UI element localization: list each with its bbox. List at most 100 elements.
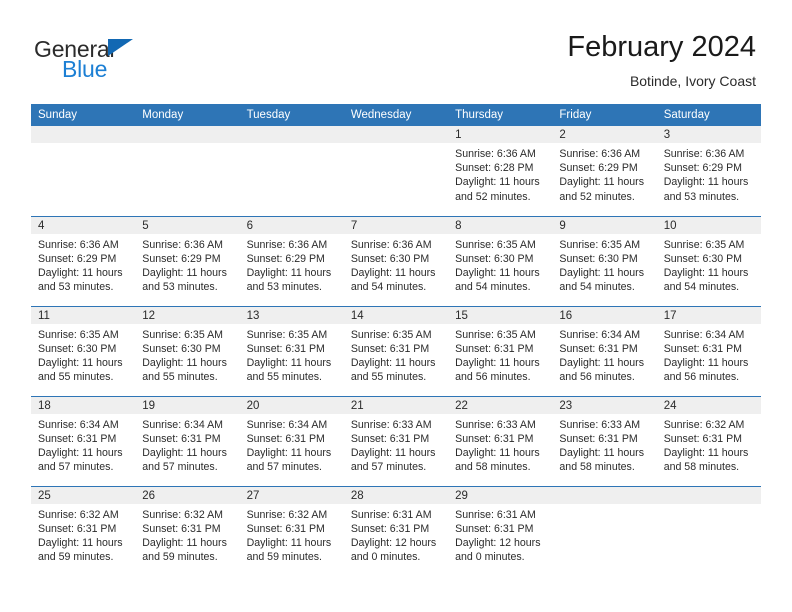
day-sun-info: Sunrise: 6:36 AM Sunset: 6:30 PM Daylight:… [344, 234, 448, 295]
calendar-day-cell[interactable]: 18 Sunrise: 6:34 AM Sunset: 6:31 PM Dayligh… [31, 395, 136, 486]
weekday-header-row: Sunday Monday Tuesday Wednesday Thursday Frid… [31, 104, 761, 126]
day-info-line: and 54 minutes. [663, 281, 740, 294]
page-subtitle: Botinde, Ivory Coast [629, 73, 756, 89]
calendar-day-cell[interactable]: 9 Sunrise: 6:35 AM Sunset: 6:30 PM Daylight… [552, 215, 657, 306]
day-number [343, 126, 449, 143]
day-sun-info [240, 143, 344, 147]
weekday-header-saturday: Saturday [656, 104, 761, 126]
calendar-day-cell[interactable]: 2 Sunrise: 6:36 AM Sunset: 6:29 PM Daylight… [552, 126, 657, 216]
calendar-day-cell[interactable]: 24 Sunrise: 6:32 AM Sunset: 6:31 PM Dayligh… [656, 395, 761, 486]
calendar-day-cell[interactable]: 22 Sunrise: 6:33 AM Sunset: 6:31 PM Dayligh… [448, 395, 553, 486]
calendar-empty-cell [135, 126, 240, 216]
day-sun-info: Sunrise: 6:35 AM Sunset: 6:31 PM Daylight:… [448, 324, 552, 385]
calendar-day-cell[interactable]: 20 Sunrise: 6:34 AM Sunset: 6:31 PM Dayligh… [239, 395, 344, 486]
calendar-day-cell[interactable]: 17 Sunrise: 6:34 AM Sunset: 6:31 PM Dayligh… [656, 305, 761, 396]
day-info-line: Sunset: 6:31 PM [246, 522, 325, 535]
day-sun-info: Sunrise: 6:33 AM Sunset: 6:31 PM Daylight:… [552, 414, 656, 475]
calendar-day-cell[interactable]: 7 Sunrise: 6:36 AM Sunset: 6:30 PM Daylight… [343, 215, 449, 306]
day-number: 12 [135, 306, 240, 324]
calendar-day-cell[interactable]: 19 Sunrise: 6:34 AM Sunset: 6:31 PM Dayligh… [135, 395, 240, 486]
day-info-line: Sunrise: 6:35 AM [559, 238, 641, 251]
day-sun-info: Sunrise: 6:34 AM Sunset: 6:31 PM Daylight:… [31, 414, 135, 475]
calendar-day-cell[interactable]: 29 Sunrise: 6:31 AM Sunset: 6:31 PM Dayligh… [448, 485, 553, 576]
day-info-line: Daylight: 11 hours [246, 536, 332, 549]
day-info-line: Daylight: 11 hours [246, 356, 332, 369]
calendar-day-cell[interactable]: 10 Sunrise: 6:35 AM Sunset: 6:30 PM Dayligh… [656, 215, 761, 306]
day-info-line: Daylight: 11 hours [142, 536, 227, 549]
calendar-day-cell[interactable]: 12 Sunrise: 6:35 AM Sunset: 6:30 PM Dayligh… [135, 305, 240, 396]
day-info-line: Sunrise: 6:32 AM [663, 418, 745, 431]
day-info-line: and 55 minutes. [246, 371, 322, 384]
day-sun-info: Sunrise: 6:35 AM Sunset: 6:30 PM Daylight:… [31, 324, 135, 385]
calendar-day-cell[interactable]: 1 Sunrise: 6:36 AM Sunset: 6:28 PM Daylight… [448, 126, 553, 216]
day-number: 23 [552, 396, 657, 414]
calendar-day-cell[interactable]: 26 Sunrise: 6:32 AM Sunset: 6:31 PM Dayligh… [135, 485, 240, 576]
day-info-line: Sunset: 6:30 PM [559, 252, 638, 265]
day-info-line: and 57 minutes. [350, 461, 427, 474]
day-info-line: Sunset: 6:29 PM [142, 252, 221, 265]
day-info-line: Sunset: 6:31 PM [142, 522, 221, 535]
day-info-line: Sunset: 6:30 PM [142, 342, 221, 355]
day-sun-info: Sunrise: 6:33 AM Sunset: 6:31 PM Daylight:… [448, 414, 552, 475]
day-sun-info: Sunrise: 6:36 AM Sunset: 6:29 PM Daylight:… [552, 143, 656, 204]
calendar-day-cell[interactable]: 8 Sunrise: 6:35 AM Sunset: 6:30 PM Daylight… [448, 215, 553, 306]
calendar-week-row: 4 Sunrise: 6:36 AM Sunset: 6:29 PM Daylight… [31, 215, 761, 306]
day-info-line: Daylight: 11 hours [455, 266, 540, 279]
day-info-line: Daylight: 11 hours [559, 356, 645, 369]
day-sun-info: Sunrise: 6:36 AM Sunset: 6:29 PM Daylight:… [657, 143, 761, 204]
day-info-line: Sunrise: 6:33 AM [455, 418, 536, 431]
day-sun-info: Sunrise: 6:32 AM Sunset: 6:31 PM Daylight:… [31, 504, 135, 565]
day-number: 14 [343, 306, 449, 324]
day-number: 29 [448, 486, 553, 504]
calendar-empty-cell [239, 126, 344, 216]
calendar-day-cell[interactable]: 11 Sunrise: 6:35 AM Sunset: 6:30 PM Dayligh… [31, 305, 136, 396]
calendar-day-cell[interactable]: 23 Sunrise: 6:33 AM Sunset: 6:31 PM Dayligh… [552, 395, 657, 486]
day-info-line: Sunset: 6:31 PM [142, 432, 221, 445]
day-info-line: Daylight: 11 hours [142, 266, 227, 279]
day-sun-info: Sunrise: 6:34 AM Sunset: 6:31 PM Daylight:… [552, 324, 656, 385]
day-info-line: Sunrise: 6:35 AM [350, 328, 432, 341]
day-info-line: Sunset: 6:31 PM [455, 432, 534, 445]
calendar-day-cell[interactable]: 21 Sunrise: 6:33 AM Sunset: 6:31 PM Dayligh… [343, 395, 449, 486]
calendar-day-cell[interactable]: 14 Sunrise: 6:35 AM Sunset: 6:31 PM Dayligh… [343, 305, 449, 396]
day-info-line: Sunset: 6:31 PM [663, 342, 743, 355]
day-sun-info: Sunrise: 6:32 AM Sunset: 6:31 PM Daylight:… [657, 414, 761, 475]
day-info-line: Daylight: 11 hours [246, 446, 332, 459]
day-info-line: Daylight: 11 hours [38, 536, 123, 549]
day-number: 24 [656, 396, 761, 414]
day-sun-info [552, 504, 656, 508]
day-sun-info: Sunrise: 6:35 AM Sunset: 6:31 PM Daylight:… [240, 324, 344, 385]
day-number: 3 [656, 126, 761, 143]
day-info-line: and 52 minutes. [455, 190, 531, 203]
calendar-day-cell[interactable]: 3 Sunrise: 6:36 AM Sunset: 6:29 PM Daylight… [656, 126, 761, 216]
day-info-line: and 56 minutes. [663, 371, 740, 384]
calendar-day-cell[interactable]: 4 Sunrise: 6:36 AM Sunset: 6:29 PM Daylight… [31, 215, 136, 306]
day-info-line: and 58 minutes. [663, 461, 740, 474]
day-info-line: Sunset: 6:29 PM [246, 252, 325, 265]
day-info-line: Daylight: 11 hours [350, 446, 436, 459]
day-info-line: Sunrise: 6:35 AM [455, 238, 536, 251]
calendar-day-cell[interactable]: 25 Sunrise: 6:32 AM Sunset: 6:31 PM Dayligh… [31, 485, 136, 576]
weekday-header-thursday: Thursday [448, 104, 553, 126]
day-info-line: Sunrise: 6:36 AM [142, 238, 223, 251]
day-info-line: and 54 minutes. [350, 281, 427, 294]
calendar-header-row: Sunday Monday Tuesday Wednesday Thursday Frid… [31, 104, 761, 126]
day-info-line: and 57 minutes. [38, 461, 114, 474]
calendar-day-cell[interactable]: 13 Sunrise: 6:35 AM Sunset: 6:31 PM Dayligh… [239, 305, 344, 396]
day-info-line: Daylight: 11 hours [663, 266, 749, 279]
day-number: 17 [656, 306, 761, 324]
day-info-line: Sunrise: 6:34 AM [246, 418, 328, 431]
day-info-line: Sunrise: 6:35 AM [38, 328, 119, 341]
calendar-day-cell[interactable]: 5 Sunrise: 6:36 AM Sunset: 6:29 PM Daylight… [135, 215, 240, 306]
day-info-line: Daylight: 12 hours [455, 536, 541, 549]
calendar-day-cell[interactable]: 15 Sunrise: 6:35 AM Sunset: 6:31 PM Dayligh… [448, 305, 553, 396]
day-info-line: Sunrise: 6:31 AM [455, 508, 536, 521]
day-number: 9 [552, 216, 657, 234]
calendar-day-cell[interactable]: 6 Sunrise: 6:36 AM Sunset: 6:29 PM Daylight… [239, 215, 344, 306]
calendar-day-cell[interactable]: 27 Sunrise: 6:32 AM Sunset: 6:31 PM Dayligh… [239, 485, 344, 576]
day-info-line: and 56 minutes. [455, 371, 531, 384]
day-info-line: and 59 minutes. [246, 551, 322, 564]
calendar-day-cell[interactable]: 16 Sunrise: 6:34 AM Sunset: 6:31 PM Dayligh… [552, 305, 657, 396]
calendar-day-cell[interactable]: 28 Sunrise: 6:31 AM Sunset: 6:31 PM Dayligh… [343, 485, 449, 576]
day-info-line: Sunset: 6:31 PM [246, 432, 325, 445]
